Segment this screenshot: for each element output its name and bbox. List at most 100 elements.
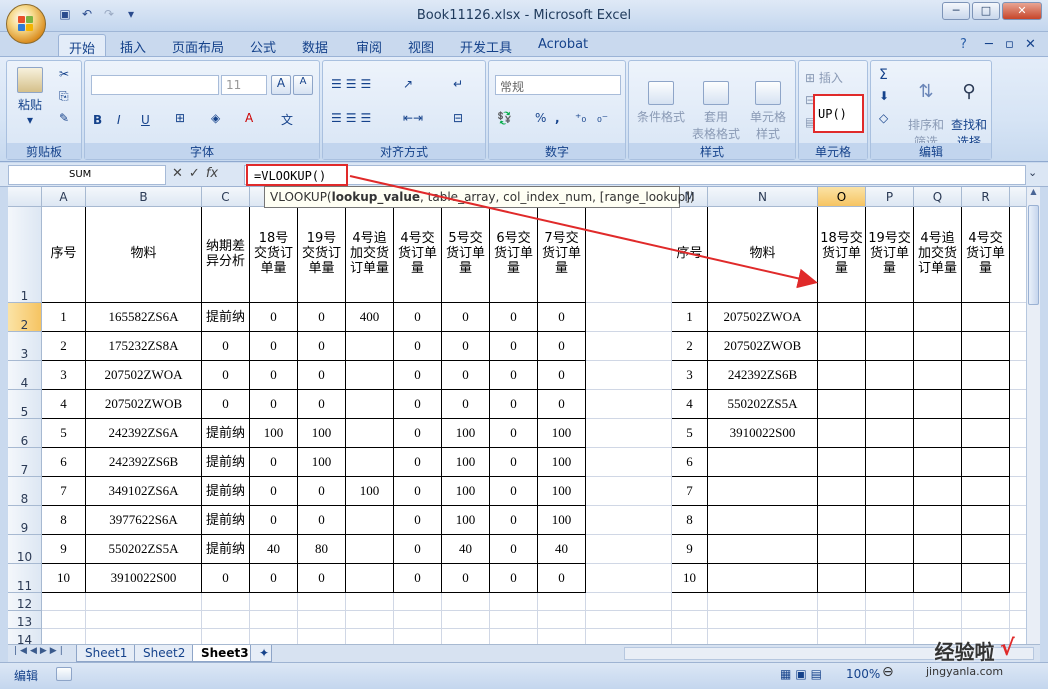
table-cell[interactable]: 175232ZS8A (86, 332, 202, 361)
empty-cell[interactable] (250, 593, 298, 611)
table-cell[interactable]: 0 (394, 419, 442, 448)
table-cell[interactable]: 6 (42, 448, 86, 477)
table-header-cell[interactable]: 4号交货订单量 (962, 207, 1010, 303)
table-cell[interactable] (346, 564, 394, 593)
table-cell[interactable]: 0 (298, 303, 346, 332)
table-header-cell[interactable]: 7号交货订单量 (538, 207, 586, 303)
empty-cell[interactable] (1010, 207, 1026, 303)
autosum-button[interactable]: Σ (879, 67, 888, 83)
table-header-cell[interactable]: 4号交货订单量 (394, 207, 442, 303)
table-cell[interactable] (818, 477, 866, 506)
table-cell[interactable]: 349102ZS6A (86, 477, 202, 506)
formula-input[interactable] (244, 165, 1026, 185)
row-header[interactable]: 2 (8, 303, 42, 332)
table-cell[interactable] (866, 332, 914, 361)
table-cell[interactable]: 1 (672, 303, 708, 332)
empty-cell[interactable] (818, 593, 866, 611)
table-cell[interactable] (962, 419, 1010, 448)
table-cell[interactable]: 0 (538, 361, 586, 390)
table-cell[interactable] (962, 390, 1010, 419)
table-cell[interactable]: 0 (250, 448, 298, 477)
table-cell[interactable]: 0 (394, 535, 442, 564)
conditional-format-button[interactable]: 条件格式 (633, 67, 689, 139)
clear-icon[interactable]: ◇ (879, 111, 888, 125)
table-cell[interactable]: 0 (490, 477, 538, 506)
table-cell[interactable]: 0 (250, 506, 298, 535)
italic-button[interactable]: I (117, 113, 121, 127)
empty-cell[interactable] (672, 593, 708, 611)
table-cell[interactable] (346, 390, 394, 419)
table-header-cell[interactable]: 19号交货订单量 (298, 207, 346, 303)
table-cell[interactable]: 0 (298, 477, 346, 506)
table-cell[interactable]: 40 (442, 535, 490, 564)
view-buttons[interactable]: ▦▣▤ (780, 667, 826, 681)
table-cell[interactable] (818, 419, 866, 448)
empty-cell[interactable] (818, 629, 866, 644)
table-cell[interactable]: 0 (298, 564, 346, 593)
table-cell[interactable] (962, 332, 1010, 361)
table-cell[interactable]: 40 (250, 535, 298, 564)
table-cell[interactable] (818, 448, 866, 477)
table-cell[interactable]: 8 (672, 506, 708, 535)
phonetic-icon[interactable]: 文 (281, 111, 293, 128)
table-cell[interactable] (914, 564, 962, 593)
table-cell[interactable]: 207502ZWOB (708, 332, 818, 361)
table-cell[interactable] (818, 332, 866, 361)
column-header[interactable]: R (962, 187, 1010, 207)
table-cell[interactable] (866, 361, 914, 390)
table-cell[interactable]: 9 (42, 535, 86, 564)
new-sheet-icon[interactable]: ✦ (250, 645, 272, 662)
empty-cell[interactable] (708, 629, 818, 644)
column-header[interactable]: N (708, 187, 818, 207)
row-header[interactable]: 9 (8, 506, 42, 535)
table-cell[interactable]: 1 (42, 303, 86, 332)
table-cell[interactable]: 5 (672, 419, 708, 448)
name-box[interactable]: SUM (8, 165, 166, 185)
empty-cell[interactable] (586, 448, 672, 477)
table-cell[interactable]: 207502ZWOB (86, 390, 202, 419)
table-cell[interactable]: 3910022S00 (86, 564, 202, 593)
empty-cell[interactable] (250, 611, 298, 629)
table-cell[interactable] (914, 419, 962, 448)
column-header[interactable]: B (86, 187, 202, 207)
table-cell[interactable] (818, 535, 866, 564)
table-cell[interactable]: 0 (250, 564, 298, 593)
empty-cell[interactable] (586, 593, 672, 611)
empty-cell[interactable] (866, 593, 914, 611)
expand-formula-icon[interactable]: ⌄ (1028, 166, 1037, 179)
empty-cell[interactable] (586, 629, 672, 644)
table-cell[interactable]: 100 (346, 477, 394, 506)
tab-view[interactable]: 视图 (398, 34, 444, 56)
table-cell[interactable]: 100 (298, 419, 346, 448)
table-cell[interactable]: 0 (250, 477, 298, 506)
empty-cell[interactable] (1010, 419, 1026, 448)
empty-cell[interactable] (346, 629, 394, 644)
empty-cell[interactable] (442, 593, 490, 611)
empty-cell[interactable] (586, 207, 672, 303)
empty-cell[interactable] (538, 629, 586, 644)
table-cell[interactable]: 0 (394, 506, 442, 535)
cut-icon[interactable]: ✂ (59, 67, 69, 81)
table-cell[interactable]: 0 (442, 303, 490, 332)
table-cell[interactable] (708, 535, 818, 564)
empty-cell[interactable] (962, 611, 1010, 629)
empty-cell[interactable] (42, 593, 86, 611)
table-cell[interactable]: 550202ZS5A (86, 535, 202, 564)
table-cell[interactable] (866, 564, 914, 593)
sheet-tab-1[interactable]: Sheet1 (76, 645, 137, 662)
table-cell[interactable]: 0 (394, 361, 442, 390)
empty-cell[interactable] (442, 629, 490, 644)
table-cell[interactable] (914, 535, 962, 564)
comma-button[interactable]: , (555, 111, 560, 125)
decrease-decimal-icon[interactable]: ₀⁻ (597, 111, 608, 125)
row-header[interactable]: 4 (8, 361, 42, 390)
table-header-cell[interactable]: 物料 (86, 207, 202, 303)
empty-cell[interactable] (202, 593, 250, 611)
table-cell[interactable] (866, 448, 914, 477)
table-cell[interactable] (914, 303, 962, 332)
row-header[interactable]: 13 (8, 611, 42, 629)
empty-cell[interactable] (202, 611, 250, 629)
border-icon[interactable]: ⊞ (175, 111, 185, 125)
empty-cell[interactable] (86, 629, 202, 644)
maximize-button[interactable]: □ (972, 2, 1000, 20)
